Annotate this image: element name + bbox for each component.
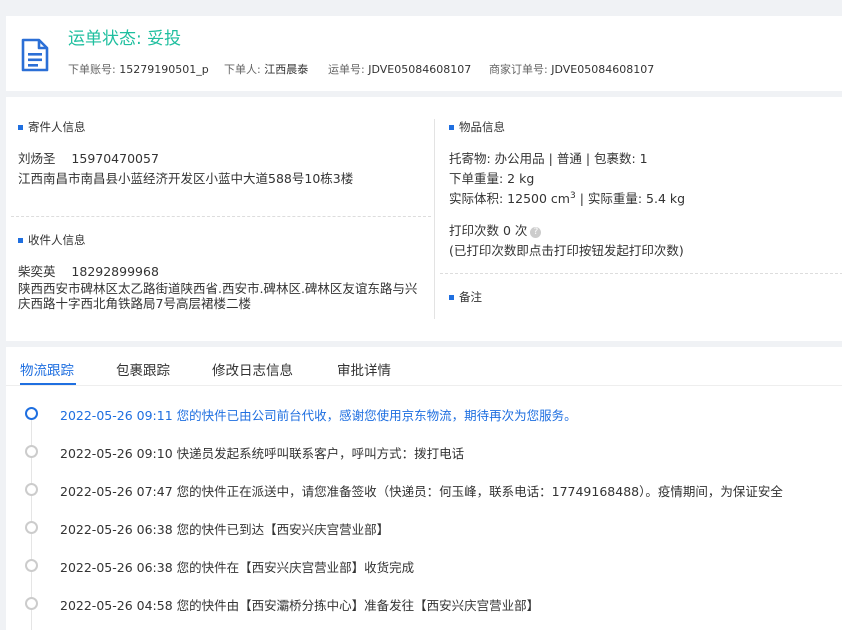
tab-package-tracking[interactable]: 包裹跟踪 (116, 359, 170, 379)
timeline-dot-icon (25, 445, 38, 458)
goods-section-title: 物品信息 (449, 119, 505, 135)
account-field: 下单账号: 15279190501_p (68, 63, 209, 76)
print-note: (已打印次数即点击打印按钮发起打印次数) (449, 243, 684, 258)
receiver-name-phone: 柴奕英 18292899968 (18, 261, 159, 280)
receiver-phone: 18292899968 (71, 264, 159, 279)
waybill-status: 运单状态: 妥投 (68, 29, 182, 49)
remark-section-title: 备注 (449, 289, 482, 305)
timeline-event: 2022-05-26 09:10 快递员发起系统呼叫联系客户，呼叫方式：拨打电话 (60, 446, 465, 461)
receiver-address: 陕西西安市碑林区太乙路街道陕西省.西安市.碑林区.碑林区友谊东路与兴庆西路十字西… (18, 281, 418, 311)
tab-logistics-tracking[interactable]: 物流跟踪 (20, 359, 74, 379)
tab-divider (6, 385, 842, 386)
timeline-event: 2022-05-26 09:11 您的快件已由公司前台代收，感谢您使用京东物流，… (60, 408, 577, 423)
orderer-field: 下单人: 江西晨泰 (224, 63, 309, 76)
timeline-event: 2022-05-26 07:47 您的快件正在派送中，请您准备签收（快递员：何玉… (60, 484, 783, 499)
tab-modify-log[interactable]: 修改日志信息 (212, 359, 293, 379)
timeline-event: 2022-05-26 04:58 您的快件由【西安灞桥分拣中心】准备发往【西安兴… (60, 598, 540, 613)
print-count: 打印次数 0 次? (449, 220, 542, 239)
timeline-dot-icon (25, 483, 38, 496)
timeline-dot-icon (25, 597, 38, 610)
column-divider (434, 119, 435, 319)
sender-section-title: 寄件人信息 (18, 119, 86, 135)
sender-address: 江西南昌市南昌县小蓝经济开发区小蓝中大道588号10栋3楼 (18, 171, 354, 186)
receiver-name: 柴奕英 (18, 264, 56, 279)
order-info-panel: 寄件人信息 刘炀圣 15970470057 江西南昌市南昌县小蓝经济开发区小蓝中… (6, 97, 842, 341)
document-icon (21, 38, 49, 72)
timeline-dot-icon (25, 559, 38, 572)
goods-type-count: 托寄物: 办公用品 | 普通 | 包裹数: 1 (449, 151, 648, 166)
waybill-field: 运单号: JDVE05084608107 (328, 63, 472, 76)
tab-approval-details[interactable]: 审批详情 (337, 359, 391, 379)
sender-name-phone: 刘炀圣 15970470057 (18, 148, 159, 167)
tracking-panel: 物流跟踪 包裹跟踪 修改日志信息 审批详情 2022-05-26 09:11 您… (6, 347, 842, 630)
divider (11, 216, 431, 217)
order-weight: 下单重量: 2 kg (449, 171, 535, 186)
timeline-dot-icon (25, 521, 38, 534)
sender-phone: 15970470057 (71, 151, 159, 166)
timeline-event: 2022-05-26 06:38 您的快件已到达【西安兴庆宫营业部】 (60, 522, 390, 537)
order-header: 运单状态: 妥投 下单账号: 15279190501_p 下单人: 江西晨泰 运… (6, 16, 842, 91)
receiver-section-title: 收件人信息 (18, 232, 86, 248)
actual-volume-weight: 实际体积: 12500 cm3 | 实际重量: 5.4 kg (449, 190, 686, 206)
merchant-order-field: 商家订单号: JDVE05084608107 (489, 63, 655, 76)
timeline-event: 2022-05-26 06:38 您的快件在【西安兴庆宫营业部】收货完成 (60, 560, 415, 575)
sender-name: 刘炀圣 (18, 151, 56, 166)
help-icon[interactable]: ? (530, 227, 542, 238)
timeline-dot-icon (25, 407, 38, 420)
divider (440, 273, 842, 274)
